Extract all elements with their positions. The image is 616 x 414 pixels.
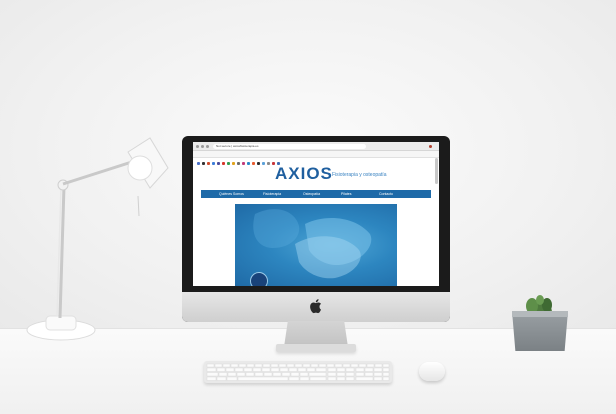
concrete-pot [512, 311, 568, 351]
cactus-plant [526, 295, 552, 322]
product-photo-scene: Not secure | axiosfisioterapia.es AXIOS … [0, 0, 616, 414]
concrete-pot-rim [512, 311, 568, 317]
